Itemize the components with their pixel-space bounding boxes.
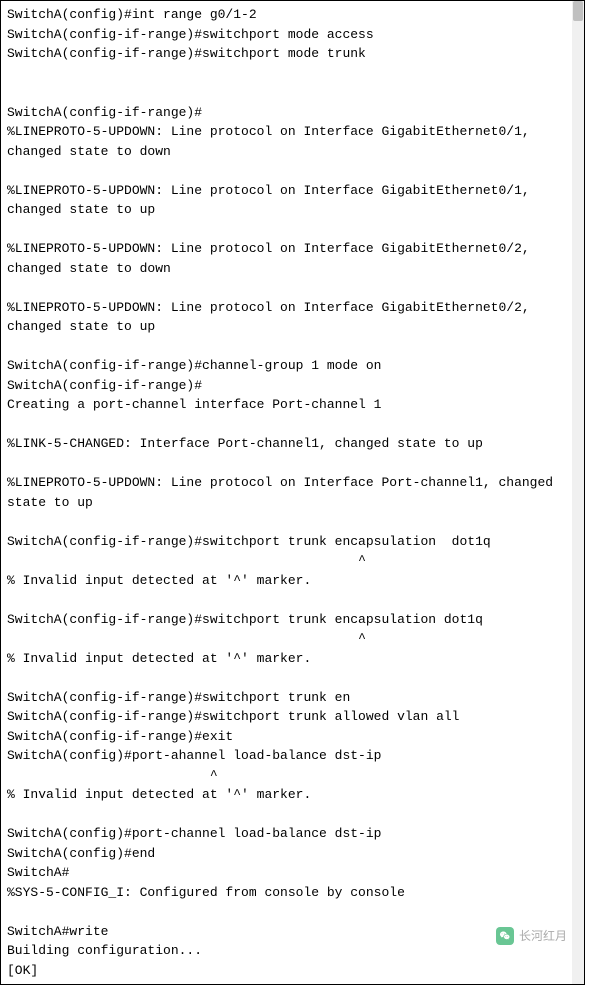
terminal-line: SwitchA(config-if-range)#switchport mode… (7, 44, 578, 64)
watermark-text: 长河红月 (519, 927, 567, 945)
terminal-line (7, 220, 578, 240)
terminal-line: SwitchA(config-if-range)#switchport mode… (7, 25, 578, 45)
terminal-line: SwitchA(config)#end (7, 844, 578, 864)
terminal-line (7, 902, 578, 922)
terminal-line: SwitchA(config)#port-ahannel load-balanc… (7, 746, 578, 766)
terminal-line (7, 415, 578, 435)
terminal-output[interactable]: SwitchA(config)#int range g0/1-2SwitchA(… (7, 5, 578, 980)
terminal-line: %SYS-5-CONFIG_I: Configured from console… (7, 883, 578, 903)
terminal-line (7, 805, 578, 825)
terminal-line: SwitchA(config-if-range)#switchport trun… (7, 688, 578, 708)
terminal-line: % Invalid input detected at '^' marker. (7, 649, 578, 669)
terminal-line: SwitchA# (7, 863, 578, 883)
terminal-line (7, 161, 578, 181)
terminal-line: %LINEPROTO-5-UPDOWN: Line protocol on In… (7, 181, 578, 220)
wechat-icon (496, 927, 514, 945)
terminal-line (7, 454, 578, 474)
terminal-line (7, 590, 578, 610)
terminal-line: SwitchA(config-if-range)# (7, 103, 578, 123)
terminal-line: SwitchA#write (7, 922, 578, 942)
terminal-line: %LINEPROTO-5-UPDOWN: Line protocol on In… (7, 473, 578, 512)
terminal-line: [OK] (7, 961, 578, 981)
terminal-line: %LINEPROTO-5-UPDOWN: Line protocol on In… (7, 239, 578, 278)
terminal-line: %LINK-5-CHANGED: Interface Port-channel1… (7, 434, 578, 454)
vertical-scrollbar[interactable] (572, 1, 584, 984)
terminal-line (7, 278, 578, 298)
terminal-line: %LINEPROTO-5-UPDOWN: Line protocol on In… (7, 122, 578, 161)
terminal-window: SwitchA(config)#int range g0/1-2SwitchA(… (0, 0, 585, 985)
terminal-line (7, 64, 578, 84)
terminal-line: ^ (7, 551, 578, 571)
terminal-line (7, 83, 578, 103)
terminal-line: % Invalid input detected at '^' marker. (7, 785, 578, 805)
terminal-line: SwitchA(config)#port-channel load-balanc… (7, 824, 578, 844)
terminal-line: %LINEPROTO-5-UPDOWN: Line protocol on In… (7, 298, 578, 337)
terminal-line (7, 668, 578, 688)
terminal-line (7, 512, 578, 532)
scrollbar-thumb[interactable] (573, 1, 583, 21)
terminal-line: SwitchA(config-if-range)#switchport trun… (7, 707, 578, 727)
terminal-line: SwitchA(config)#int range g0/1-2 (7, 5, 578, 25)
terminal-line: Creating a port-channel interface Port-c… (7, 395, 578, 415)
terminal-line: SwitchA(config-if-range)#exit (7, 727, 578, 747)
terminal-line: SwitchA(config-if-range)# (7, 376, 578, 396)
terminal-line: ^ (7, 766, 578, 786)
terminal-line: SwitchA(config-if-range)#switchport trun… (7, 610, 578, 630)
terminal-line: ^ (7, 629, 578, 649)
terminal-line (7, 337, 578, 357)
watermark: 长河红月 (496, 927, 567, 945)
terminal-line: % Invalid input detected at '^' marker. (7, 571, 578, 591)
terminal-line: SwitchA(config-if-range)#channel-group 1… (7, 356, 578, 376)
terminal-line: SwitchA(config-if-range)#switchport trun… (7, 532, 578, 552)
terminal-line: Building configuration... (7, 941, 578, 961)
